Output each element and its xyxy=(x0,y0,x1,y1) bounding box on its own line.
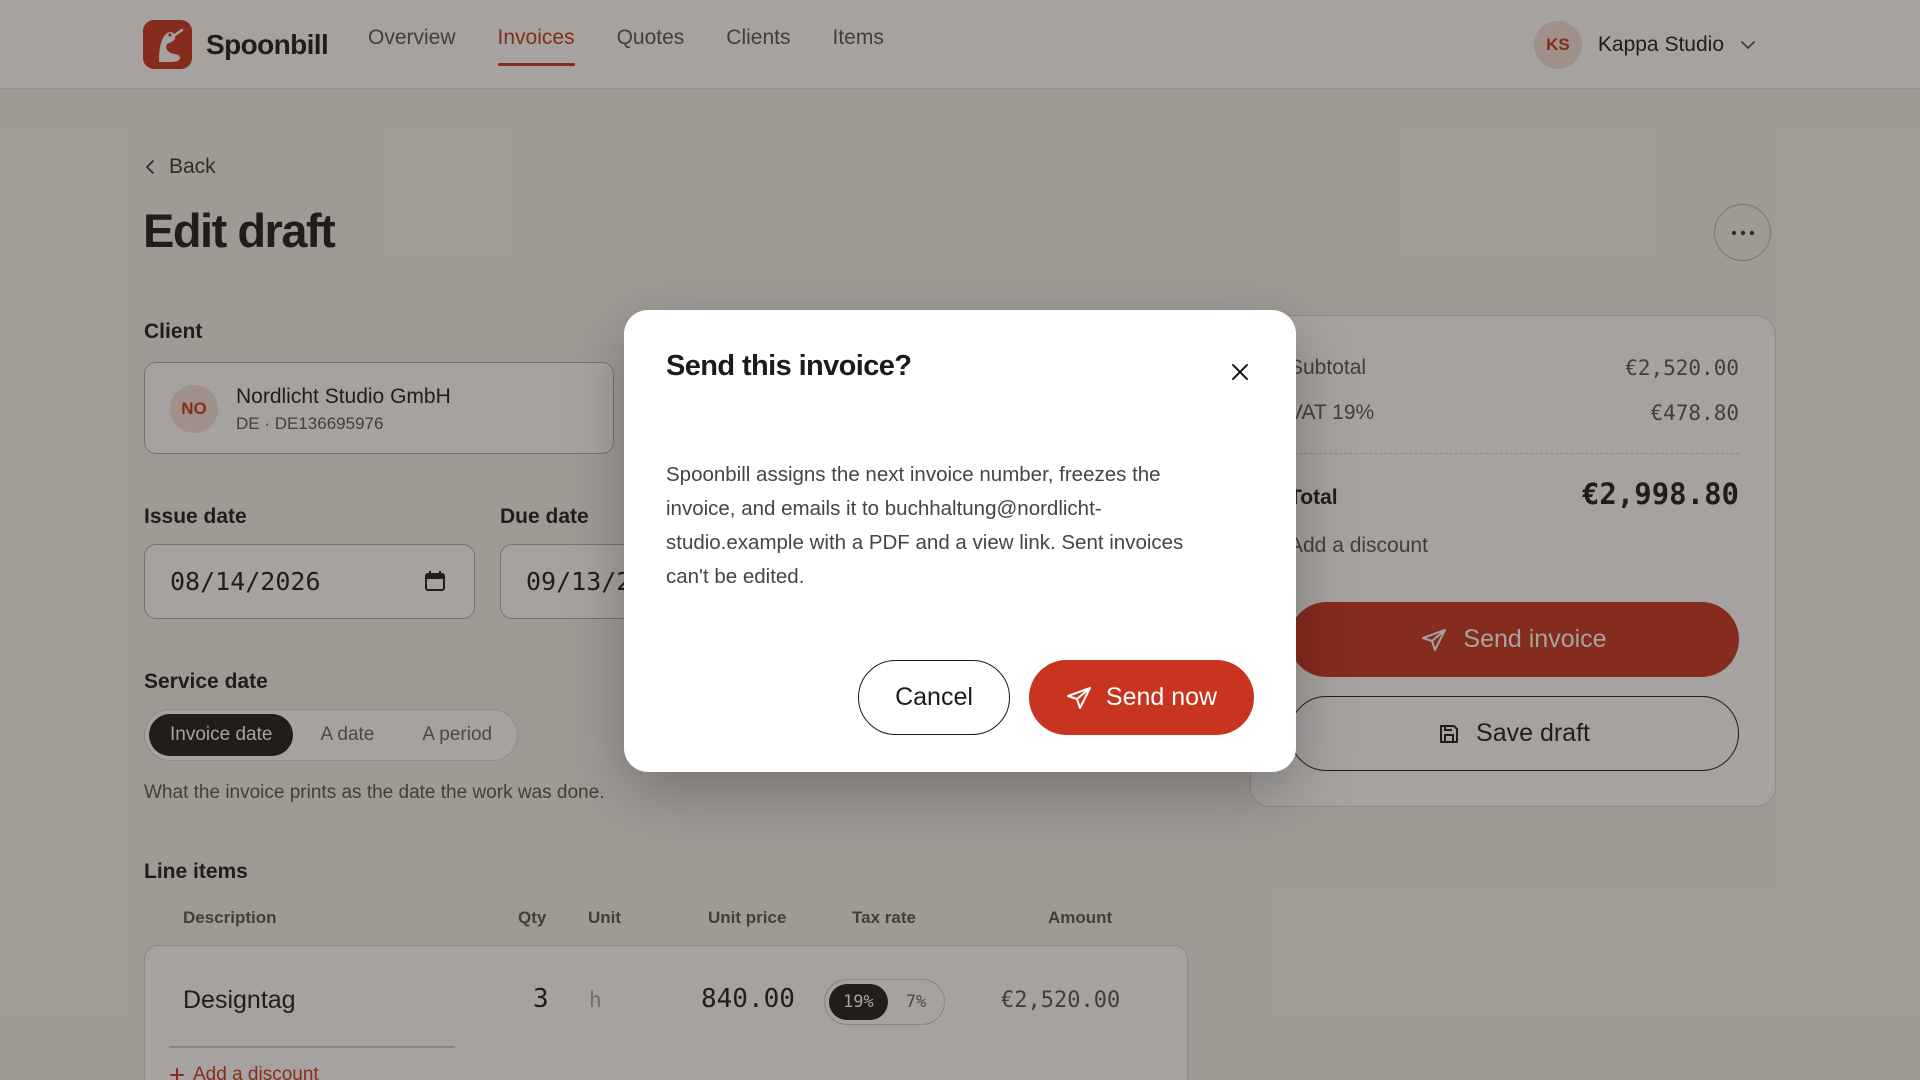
send-now-button[interactable]: Send now xyxy=(1029,660,1254,735)
cancel-button[interactable]: Cancel xyxy=(858,660,1010,735)
send-icon xyxy=(1066,686,1091,709)
close-button[interactable] xyxy=(1220,352,1260,392)
close-icon xyxy=(1232,364,1248,380)
send-now-label: Send now xyxy=(1105,683,1218,711)
dialog-body: Spoonbill assigns the next invoice numbe… xyxy=(666,463,1184,588)
send-invoice-dialog: Send this invoice? Spoonbill assigns the… xyxy=(624,310,1296,772)
dialog-title: Send this invoice? xyxy=(666,350,912,382)
